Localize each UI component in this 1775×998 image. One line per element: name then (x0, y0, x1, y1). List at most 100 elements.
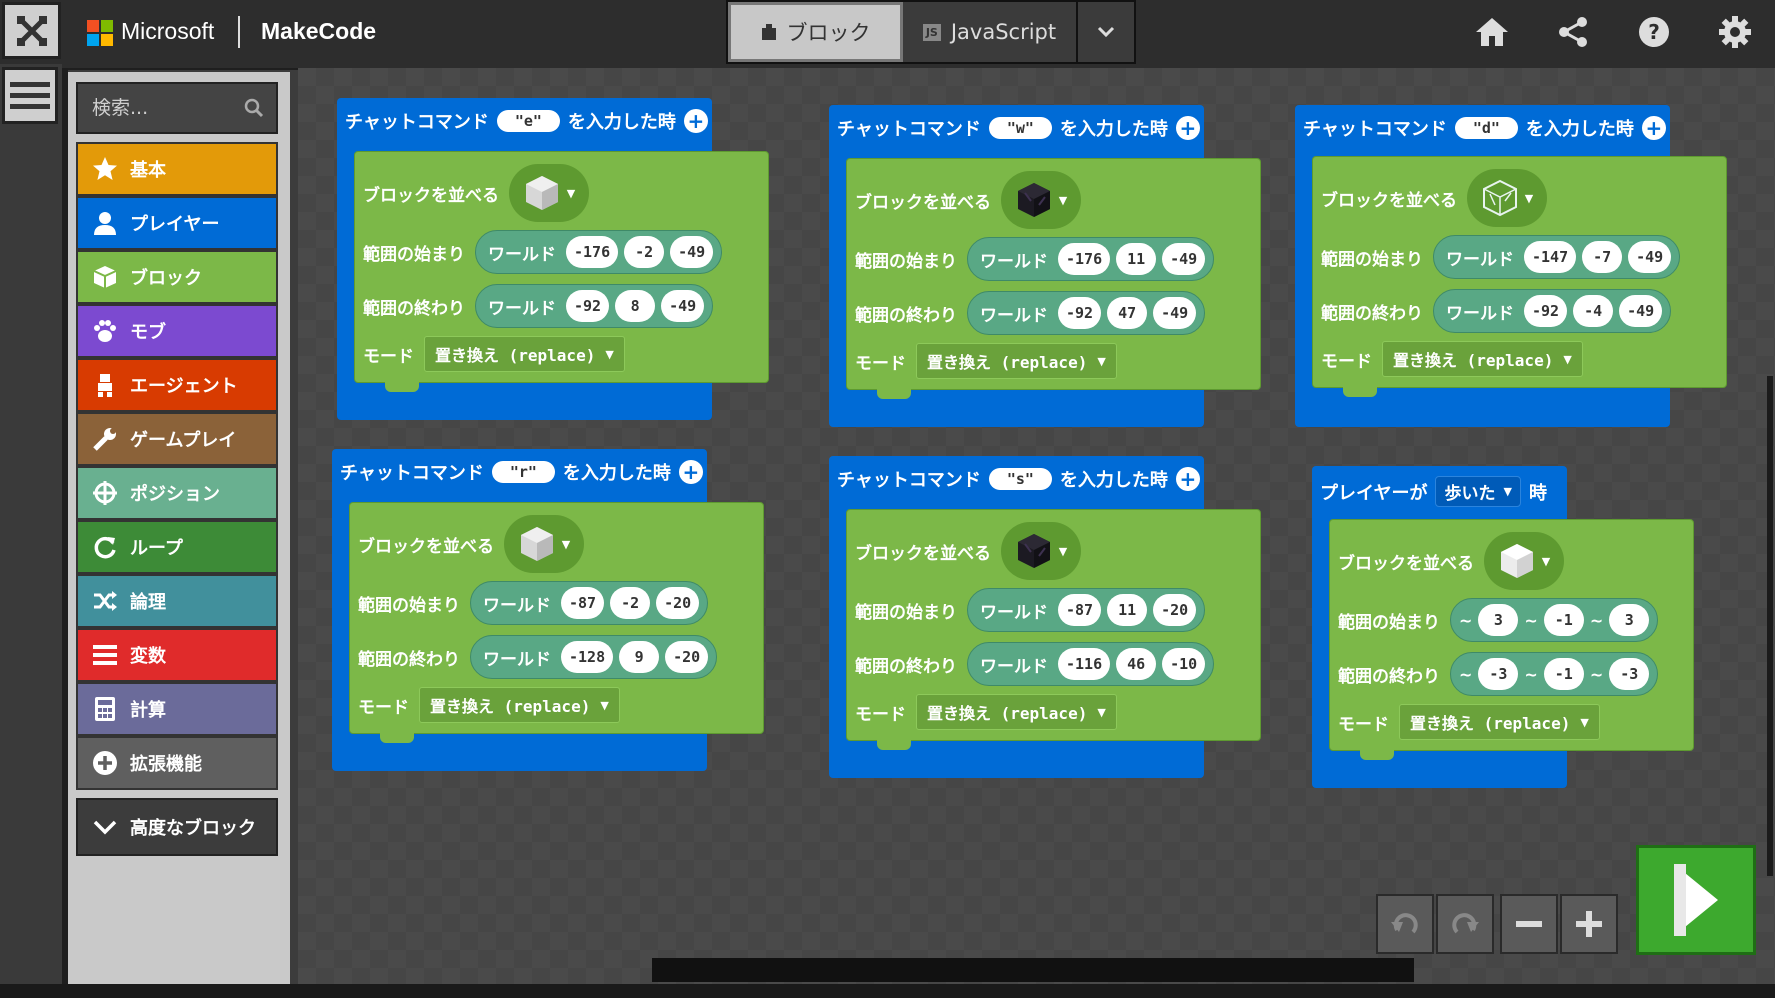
add-parameter-icon[interactable]: + (1175, 116, 1200, 140)
world-position[interactable]: ワールド -176 11 -49 (967, 237, 1215, 281)
x-coordinate-input[interactable]: -92 (566, 290, 610, 322)
fill-blocks-statement[interactable]: ブロックを並べる ▼ 範囲の始まり ワールド -176 -2 -49 範囲の終わ… (354, 151, 769, 392)
tab-blocks[interactable]: ブロック (728, 2, 903, 62)
settings-button[interactable] (1694, 0, 1775, 64)
z-coordinate-input[interactable]: -20 (1153, 594, 1197, 626)
blocks-workspace[interactable]: チャットコマンド "e" を入力した時 + ブロックを並べる ▼ 範囲の始まり … (298, 68, 1775, 998)
z-coordinate-input[interactable]: -49 (1153, 297, 1197, 329)
fill-blocks-statement[interactable]: ブロックを並べる ▼ 範囲の始まり ワールド -147 -7 -49 範囲の終わ… (1312, 156, 1727, 397)
close-button[interactable] (2, 2, 61, 59)
y-coordinate-input[interactable]: -2 (624, 236, 665, 268)
mode-dropdown[interactable]: 置き換え (replace) ▼ (419, 687, 620, 723)
language-dropdown-button[interactable] (1078, 2, 1134, 62)
block-picker[interactable]: ▼ (1484, 532, 1564, 590)
command-input[interactable]: "s" (988, 468, 1052, 490)
product-name[interactable]: MakeCode (261, 18, 376, 45)
y-coordinate-input[interactable]: -4 (1573, 295, 1614, 327)
chat-command-event-block[interactable]: チャットコマンド "s" を入力した時 + ブロックを並べる ▼ 範囲の始まり … (829, 456, 1261, 778)
fill-blocks-statement[interactable]: ブロックを並べる ▼ 範囲の始まり ワールド -176 11 -49 範囲の終わ… (846, 158, 1261, 399)
search-input[interactable] (90, 96, 234, 120)
fill-blocks-statement[interactable]: ブロックを並べる ▼ 範囲の始まり ~ 3 ~ -1 ~ 3 範囲の終わり ~ … (1329, 519, 1694, 760)
fill-blocks-statement[interactable]: ブロックを並べる ▼ 範囲の始まり ワールド -87 -2 -20 範囲の終わり (349, 502, 764, 743)
world-position[interactable]: ワールド -92 8 -49 (475, 284, 714, 328)
world-position[interactable]: ワールド -92 -4 -49 (1433, 289, 1672, 333)
command-input[interactable]: "e" (496, 110, 560, 132)
redo-button[interactable] (1436, 894, 1494, 954)
block-picker[interactable]: ▼ (1001, 522, 1081, 580)
share-button[interactable] (1532, 0, 1613, 64)
help-button[interactable]: ? (1613, 0, 1694, 64)
command-input[interactable]: "d" (1454, 117, 1518, 139)
world-position[interactable]: ワールド -147 -7 -49 (1433, 235, 1681, 279)
z-coordinate-input[interactable]: -3 (1609, 658, 1650, 690)
mode-dropdown[interactable]: 置き換え (replace) ▼ (1382, 341, 1583, 377)
z-coordinate-input[interactable]: -49 (1619, 295, 1663, 327)
add-parameter-icon[interactable]: + (1641, 116, 1666, 140)
y-coordinate-input[interactable]: -1 (1543, 604, 1584, 636)
fill-blocks-statement[interactable]: ブロックを並べる ▼ 範囲の始まり ワールド -87 11 -20 範囲の終わり (846, 509, 1261, 750)
mode-dropdown[interactable]: 置き換え (replace) ▼ (424, 336, 625, 372)
y-coordinate-input[interactable]: 47 (1107, 297, 1148, 329)
menu-button[interactable] (2, 67, 58, 124)
world-position[interactable]: ワールド -87 -2 -20 (470, 581, 709, 625)
category-extensions[interactable]: 拡張機能 (76, 736, 278, 790)
x-coordinate-input[interactable]: -92 (1058, 297, 1102, 329)
category-basic[interactable]: 基本 (76, 142, 278, 196)
z-coordinate-input[interactable]: -49 (670, 236, 714, 268)
y-coordinate-input[interactable]: 9 (619, 641, 660, 673)
add-parameter-icon[interactable]: + (678, 460, 703, 484)
x-coordinate-input[interactable]: -3 (1478, 658, 1519, 690)
category-logic[interactable]: 論理 (76, 574, 278, 628)
x-coordinate-input[interactable]: -87 (561, 587, 605, 619)
z-coordinate-input[interactable]: -20 (665, 641, 709, 673)
z-coordinate-input[interactable]: -10 (1162, 648, 1206, 680)
chat-command-event-block[interactable]: チャットコマンド "r" を入力した時 + ブロックを並べる ▼ 範囲の始まり … (332, 449, 764, 771)
y-coordinate-input[interactable]: 11 (1116, 243, 1157, 275)
x-coordinate-input[interactable]: -116 (1058, 648, 1111, 680)
y-coordinate-input[interactable]: 11 (1107, 594, 1148, 626)
add-parameter-icon[interactable]: + (1175, 467, 1200, 491)
vertical-scrollbar[interactable] (1767, 376, 1773, 876)
category-variables[interactable]: 変数 (76, 628, 278, 682)
x-coordinate-input[interactable]: -87 (1058, 594, 1102, 626)
mode-dropdown[interactable]: 置き換え (replace) ▼ (916, 343, 1117, 379)
x-coordinate-input[interactable]: -147 (1524, 241, 1577, 273)
y-coordinate-input[interactable]: -2 (610, 587, 651, 619)
chat-command-event-block[interactable]: チャットコマンド "w" を入力した時 + ブロックを並べる ▼ 範囲の始まり … (829, 105, 1261, 427)
x-coordinate-input[interactable]: -128 (561, 641, 614, 673)
z-coordinate-input[interactable]: -49 (661, 290, 705, 322)
y-coordinate-input[interactable]: -7 (1582, 241, 1623, 273)
world-position[interactable]: ワールド -128 9 -20 (470, 635, 718, 679)
world-position[interactable]: ワールド -87 11 -20 (967, 588, 1206, 632)
category-agent[interactable]: エージェント (76, 358, 278, 412)
category-mobs[interactable]: モブ (76, 304, 278, 358)
x-coordinate-input[interactable]: -176 (566, 236, 619, 268)
z-coordinate-input[interactable]: -49 (1628, 241, 1672, 273)
category-player[interactable]: プレイヤー (76, 196, 278, 250)
home-button[interactable] (1451, 0, 1532, 64)
chat-command-event-block[interactable]: チャットコマンド "e" を入力した時 + ブロックを並べる ▼ 範囲の始まり … (337, 98, 769, 420)
x-coordinate-input[interactable]: -92 (1524, 295, 1568, 327)
category-advanced[interactable]: 高度なブロック (76, 798, 278, 856)
run-button[interactable] (1636, 845, 1756, 955)
category-gameplay[interactable]: ゲームプレイ (76, 412, 278, 466)
z-coordinate-input[interactable]: -49 (1162, 243, 1206, 275)
movement-dropdown[interactable]: 歩いた ▼ (1435, 476, 1521, 507)
category-loops[interactable]: ループ (76, 520, 278, 574)
horizontal-scrollbar[interactable] (652, 958, 1414, 982)
block-picker[interactable]: ▼ (1001, 171, 1081, 229)
undo-button[interactable] (1376, 894, 1434, 954)
chat-command-event-block[interactable]: チャットコマンド "d" を入力した時 + ブロックを並べる ▼ 範囲の始まり … (1295, 105, 1727, 427)
world-position[interactable]: ワールド -176 -2 -49 (475, 230, 723, 274)
y-coordinate-input[interactable]: -1 (1543, 658, 1584, 690)
block-picker[interactable]: ▼ (509, 164, 589, 222)
world-position[interactable]: ワールド -116 46 -10 (967, 642, 1215, 686)
y-coordinate-input[interactable]: 8 (615, 290, 656, 322)
category-blocks[interactable]: ブロック (76, 250, 278, 304)
category-positions[interactable]: ポジション (76, 466, 278, 520)
command-input[interactable]: "w" (988, 117, 1052, 139)
block-picker[interactable]: ▼ (504, 515, 584, 573)
relative-position[interactable]: ~ 3 ~ -1 ~ 3 (1450, 598, 1659, 642)
mode-dropdown[interactable]: 置き換え (replace) ▼ (1399, 704, 1600, 740)
player-walked-event-block[interactable]: プレイヤーが 歩いた ▼ 時 ブロックを並べる ▼ 範囲の始まり ~ 3 ~ -… (1312, 466, 1694, 788)
